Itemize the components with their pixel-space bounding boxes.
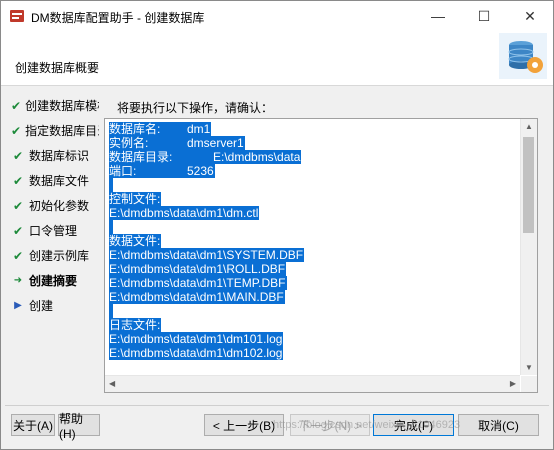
footer-divider — [5, 405, 549, 406]
data-file-path: E:\dmdbms\data\dm1\MAIN.DBF — [109, 290, 285, 304]
step-label: 数据库文件 — [29, 174, 90, 188]
wizard-steps: ✔ 创建数据库模板 ✔ 指定数据库目录 ✔ 数据库标识 ✔ 数据库文件 ✔ 初始… — [11, 93, 99, 318]
dialog-window: DM数据库配置助手 - 创建数据库 — ☐ ✕ 创建数据库概要 ✔ 创建数据库模… — [0, 0, 554, 450]
scroll-corner — [521, 376, 537, 392]
dir-value: E:\dmdbms\data — [213, 150, 301, 164]
step-label: 口令管理 — [29, 224, 78, 238]
dir-label: 数据库目录: — [109, 150, 173, 164]
step-sample-db[interactable]: ✔ 创建示例库 — [11, 243, 99, 268]
data-file-path: E:\dmdbms\data\dm1\SYSTEM.DBF — [109, 248, 305, 262]
step-label: 指定数据库目录 — [25, 124, 99, 138]
check-icon: ✔ — [12, 223, 24, 238]
header-panel: 创建数据库概要 — [1, 31, 553, 86]
prev-button[interactable]: < 上一步(B) — [204, 414, 284, 436]
instance-value: dmserver1 — [187, 136, 244, 150]
log-file-path: E:\dmdbms\data\dm1\dm102.log — [109, 346, 284, 360]
control-file-path: E:\dmdbms\data\dm1\dm.ctl — [109, 206, 260, 220]
confirm-label: 将要执行以下操作，请确认： — [117, 101, 274, 115]
port-label: 端口: — [109, 164, 137, 178]
step-label: 创建摘要 — [29, 274, 78, 288]
cancel-button[interactable]: 取消(C) — [458, 414, 539, 436]
window-title: DM数据库配置助手 - 创建数据库 — [31, 11, 205, 25]
step-label: 数据库标识 — [29, 149, 90, 163]
close-button[interactable]: ✕ — [507, 1, 553, 31]
control-file-label: 控制文件: — [109, 192, 162, 206]
step-files[interactable]: ✔ 数据库文件 — [11, 168, 99, 193]
minimize-button[interactable]: — — [415, 1, 461, 31]
summary-content: 数据库名: dm1 实例名: dmserver1 数据库目录: E:\dmdbms\d… — [109, 122, 519, 360]
title-bar[interactable]: DM数据库配置助手 - 创建数据库 — ☐ ✕ — [1, 1, 553, 31]
data-file-path: E:\dmdbms\data\dm1\ROLL.DBF — [109, 262, 287, 276]
db-name-label: 数据库名: — [109, 122, 161, 136]
check-icon: ✔ — [12, 173, 24, 188]
step-label: 创建数据库模板 — [25, 99, 99, 113]
maximize-button[interactable]: ☐ — [461, 1, 507, 31]
data-file-label: 数据文件: — [109, 234, 162, 248]
check-icon: ✔ — [12, 148, 24, 163]
scroll-up-icon[interactable]: ▲ — [525, 122, 533, 131]
db-name-value: dm1 — [187, 122, 211, 136]
log-file-label: 日志文件: — [109, 318, 162, 332]
data-file-path: E:\dmdbms\data\dm1\TEMP.DBF — [109, 276, 287, 290]
about-button[interactable]: 关于(A) — [11, 414, 55, 436]
scroll-down-icon[interactable]: ▼ — [525, 363, 533, 372]
vertical-scrollbar[interactable]: ▲ ▼ — [520, 119, 537, 375]
scroll-left-icon[interactable]: ◀ — [109, 379, 115, 388]
step-directory[interactable]: ✔ 指定数据库目录 — [11, 118, 99, 143]
check-icon: ✔ — [11, 123, 22, 138]
check-icon: ✔ — [12, 198, 24, 213]
check-icon: ✔ — [11, 98, 22, 113]
current-arrow-icon: ➜ — [13, 275, 23, 286]
step-template[interactable]: ✔ 创建数据库模板 — [11, 93, 99, 118]
step-passwords[interactable]: ✔ 口令管理 — [11, 218, 99, 243]
step-init-params[interactable]: ✔ 初始化参数 — [11, 193, 99, 218]
app-icon — [10, 10, 24, 22]
instance-label: 实例名: — [109, 136, 149, 150]
step-label: 创建示例库 — [29, 249, 90, 263]
step-label: 初始化参数 — [29, 199, 90, 213]
pending-arrow-icon: ▶ — [14, 300, 22, 311]
page-title: 创建数据库概要 — [15, 61, 100, 75]
port-value: 5236 — [187, 164, 214, 178]
step-summary[interactable]: ➜ 创建摘要 — [11, 268, 99, 293]
horizontal-scrollbar[interactable]: ◀ ▶ — [105, 375, 520, 392]
log-file-path: E:\dmdbms\data\dm1\dm101.log — [109, 332, 284, 346]
step-create[interactable]: ▶ 创建 — [11, 293, 99, 318]
scroll-right-icon[interactable]: ▶ — [510, 379, 516, 388]
step-identity[interactable]: ✔ 数据库标识 — [11, 143, 99, 168]
check-icon: ✔ — [12, 248, 24, 263]
database-icon — [499, 33, 547, 79]
summary-textbox[interactable]: 数据库名: dm1 实例名: dmserver1 数据库目录: E:\dmdbms\d… — [104, 118, 538, 393]
watermark: https://blog.csdn.net/weixin_51046923 — [273, 419, 461, 431]
help-button[interactable]: 帮助(H) — [58, 412, 100, 441]
vertical-scroll-thumb[interactable] — [523, 137, 534, 233]
step-label: 创建 — [29, 299, 54, 313]
